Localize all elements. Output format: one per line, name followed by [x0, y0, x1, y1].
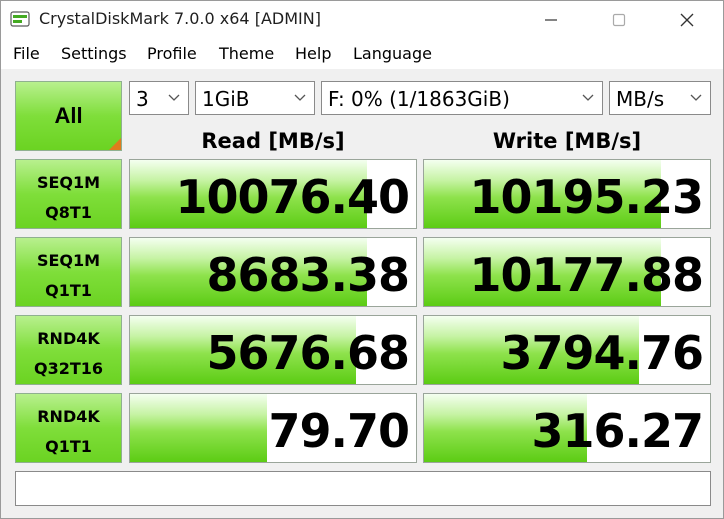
read-result-seq1m-q8t1: 10076.40 — [129, 159, 417, 229]
test-label-line1: SEQ1M — [36, 173, 101, 192]
test-button-seq1m-q1t1[interactable]: SEQ1M Q1T1 — [15, 237, 122, 307]
menu-settings[interactable]: Settings — [61, 44, 127, 63]
comment-input[interactable] — [15, 471, 711, 506]
unit-value: MB/s — [616, 87, 665, 111]
run-all-button[interactable]: All — [15, 81, 122, 151]
window-title: CrystalDiskMark 7.0.0 x64 [ADMIN] — [39, 9, 321, 28]
title-bar: CrystalDiskMark 7.0.0 x64 [ADMIN] — [1, 1, 723, 39]
drive-select[interactable]: F: 0% (1/1863GiB) — [321, 81, 603, 115]
write-value: 10177.88 — [469, 248, 704, 302]
read-result-rnd4k-q32t16: 5676.68 — [129, 315, 417, 385]
menu-bar: File Settings Profile Theme Help Languag… — [1, 39, 723, 69]
minimize-icon — [545, 19, 557, 21]
test-count-value: 3 — [136, 87, 149, 111]
menu-language[interactable]: Language — [353, 44, 432, 63]
maximize-icon — [612, 13, 626, 27]
minimize-button[interactable] — [517, 1, 585, 39]
write-value: 316.27 — [531, 404, 704, 458]
chevron-down-icon — [690, 94, 702, 101]
write-value: 3794.76 — [500, 326, 704, 380]
read-bar — [130, 394, 268, 462]
test-label-line2: Q1T1 — [45, 281, 92, 300]
write-result-rnd4k-q32t16: 3794.76 — [423, 315, 711, 385]
test-label-line2: Q1T1 — [45, 437, 92, 456]
test-button-rnd4k-q32t16[interactable]: RND4K Q32T16 — [15, 315, 122, 385]
test-size-value: 1GiB — [202, 87, 250, 111]
test-count-select[interactable]: 3 — [129, 81, 189, 115]
read-result-seq1m-q1t1: 8683.38 — [129, 237, 417, 307]
test-size-select[interactable]: 1GiB — [195, 81, 315, 115]
menu-file[interactable]: File — [13, 44, 40, 63]
corner-marker — [109, 138, 121, 150]
read-header: Read [MB/s] — [201, 129, 345, 153]
menu-theme[interactable]: Theme — [219, 44, 274, 63]
test-label-line1: RND4K — [37, 329, 100, 348]
chevron-down-icon — [582, 94, 594, 101]
read-value: 79.70 — [268, 404, 410, 458]
read-value: 5676.68 — [206, 326, 410, 380]
test-label-line1: SEQ1M — [36, 251, 101, 270]
test-label-line2: Q8T1 — [45, 203, 92, 222]
test-button-rnd4k-q1t1[interactable]: RND4K Q1T1 — [15, 393, 122, 463]
menu-help[interactable]: Help — [295, 44, 331, 63]
test-label-line2: Q32T16 — [33, 359, 104, 378]
write-value: 10195.23 — [469, 170, 704, 224]
read-value: 10076.40 — [175, 170, 410, 224]
test-label-line1: RND4K — [37, 407, 100, 426]
read-result-rnd4k-q1t1: 79.70 — [129, 393, 417, 463]
test-button-seq1m-q8t1[interactable]: SEQ1M Q8T1 — [15, 159, 122, 229]
close-icon — [680, 13, 694, 27]
menu-profile[interactable]: Profile — [147, 44, 197, 63]
maximize-button[interactable] — [585, 1, 653, 39]
app-window: CrystalDiskMark 7.0.0 x64 [ADMIN] File S… — [0, 0, 724, 519]
write-result-rnd4k-q1t1: 316.27 — [423, 393, 711, 463]
chevron-down-icon — [168, 94, 180, 101]
run-all-label: All — [54, 103, 83, 128]
close-button[interactable] — [653, 1, 721, 39]
write-result-seq1m-q1t1: 10177.88 — [423, 237, 711, 307]
read-value: 8683.38 — [206, 248, 410, 302]
drive-value: F: 0% (1/1863GiB) — [328, 87, 510, 111]
crystaldiskmark-app-icon — [10, 10, 30, 28]
chevron-down-icon — [294, 94, 306, 101]
write-header: Write [MB/s] — [492, 129, 642, 153]
write-result-seq1m-q8t1: 10195.23 — [423, 159, 711, 229]
unit-select[interactable]: MB/s — [609, 81, 711, 115]
